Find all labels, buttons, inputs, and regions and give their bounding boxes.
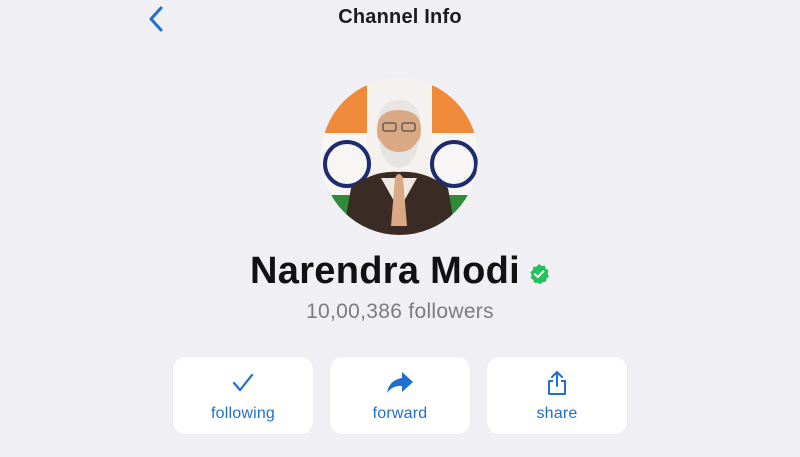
- page-title: Channel Info: [338, 6, 462, 28]
- action-buttons: following forward share: [173, 357, 627, 434]
- following-label: following: [210, 404, 276, 422]
- share-button[interactable]: share: [487, 357, 627, 434]
- channel-info-screen: Channel Info Narendra Modi 10,00,386 fol…: [0, 0, 800, 457]
- checkmark-icon: [229, 369, 257, 397]
- forward-button[interactable]: forward: [330, 357, 470, 434]
- followers-count: 10,00,386 followers: [306, 300, 494, 323]
- share-label: share: [536, 404, 578, 422]
- avatar[interactable]: [321, 78, 478, 235]
- forward-label: forward: [372, 404, 428, 422]
- channel-name: Narendra Modi: [250, 250, 520, 292]
- verified-check-icon: [528, 263, 550, 285]
- following-button[interactable]: following: [173, 357, 313, 434]
- forward-arrow-icon: [386, 369, 414, 397]
- share-icon: [543, 369, 571, 397]
- profile-name-row: Narendra Modi: [0, 250, 800, 293]
- profile-photo: [321, 78, 478, 235]
